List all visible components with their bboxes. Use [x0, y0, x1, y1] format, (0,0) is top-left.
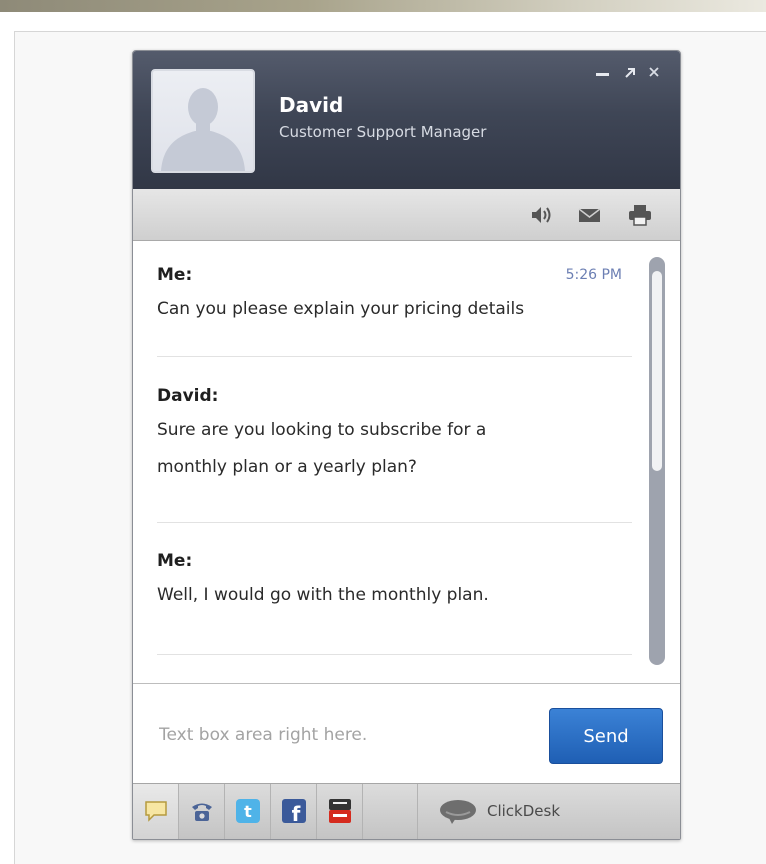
avatar-silhouette-icon [161, 88, 245, 171]
message-input[interactable] [157, 720, 531, 750]
message-scrollbar[interactable] [649, 257, 665, 665]
popout-icon[interactable] [622, 66, 638, 82]
facebook-icon: f [282, 799, 306, 824]
phone-tab[interactable] [179, 784, 225, 839]
youtube-tab[interactable] [317, 784, 363, 839]
close-icon[interactable] [646, 66, 662, 82]
svg-text:f: f [292, 802, 301, 824]
message-item: Me: Well, I would go with the monthly pl… [157, 551, 632, 614]
message-divider [157, 522, 632, 523]
message-timestamp: 5:26 PM [565, 267, 622, 283]
message-item: David: Sure are you looking to subscribe… [157, 386, 632, 486]
sound-icon[interactable] [530, 203, 556, 227]
footer-spacer [363, 784, 418, 839]
message-item: Me: 5:26 PM Can you please explain your … [157, 265, 632, 328]
youtube-icon [329, 799, 351, 823]
agent-title: Customer Support Manager [279, 123, 487, 141]
chat-widget: David Customer Support Manager Me: 5:26 … [132, 50, 681, 840]
message-text: Can you please explain your pricing deta… [157, 299, 525, 319]
email-icon[interactable] [577, 203, 603, 227]
composer: Send [133, 683, 680, 783]
scrollbar-thumb[interactable] [652, 271, 662, 471]
agent-name: David [279, 93, 344, 117]
message-sender: David: [157, 386, 219, 406]
message-text: Sure are you looking to subscribe for a … [157, 412, 632, 486]
message-text: Well, I would go with the monthly plan. [157, 585, 489, 605]
message-text-line: monthly plan or a yearly plan? [157, 457, 417, 477]
clickdesk-logo-icon [440, 800, 476, 824]
top-strip [0, 0, 766, 12]
brand-label: ClickDesk [487, 802, 561, 820]
avatar [151, 69, 255, 173]
chat-icon [145, 801, 167, 822]
facebook-tab[interactable]: f [271, 784, 317, 839]
chat-tab[interactable] [133, 784, 179, 839]
footer-bar: t f ClickDesk [133, 783, 680, 839]
message-list: Me: 5:26 PM Can you please explain your … [133, 241, 680, 683]
twitter-tab[interactable]: t [225, 784, 271, 839]
phone-icon [192, 803, 212, 821]
message-sender: Me: [157, 551, 193, 571]
message-divider [157, 356, 632, 357]
svg-text:t: t [244, 802, 252, 821]
message-divider [157, 654, 632, 655]
chat-toolbar [133, 189, 680, 241]
brand: ClickDesk [418, 784, 618, 839]
chat-header: David Customer Support Manager [133, 51, 680, 189]
message-sender: Me: [157, 265, 193, 285]
twitter-icon: t [236, 799, 260, 823]
minimize-icon[interactable] [594, 66, 610, 82]
message-text-line: Sure are you looking to subscribe for a [157, 420, 487, 440]
print-icon[interactable] [627, 203, 653, 227]
send-button[interactable]: Send [549, 708, 663, 764]
